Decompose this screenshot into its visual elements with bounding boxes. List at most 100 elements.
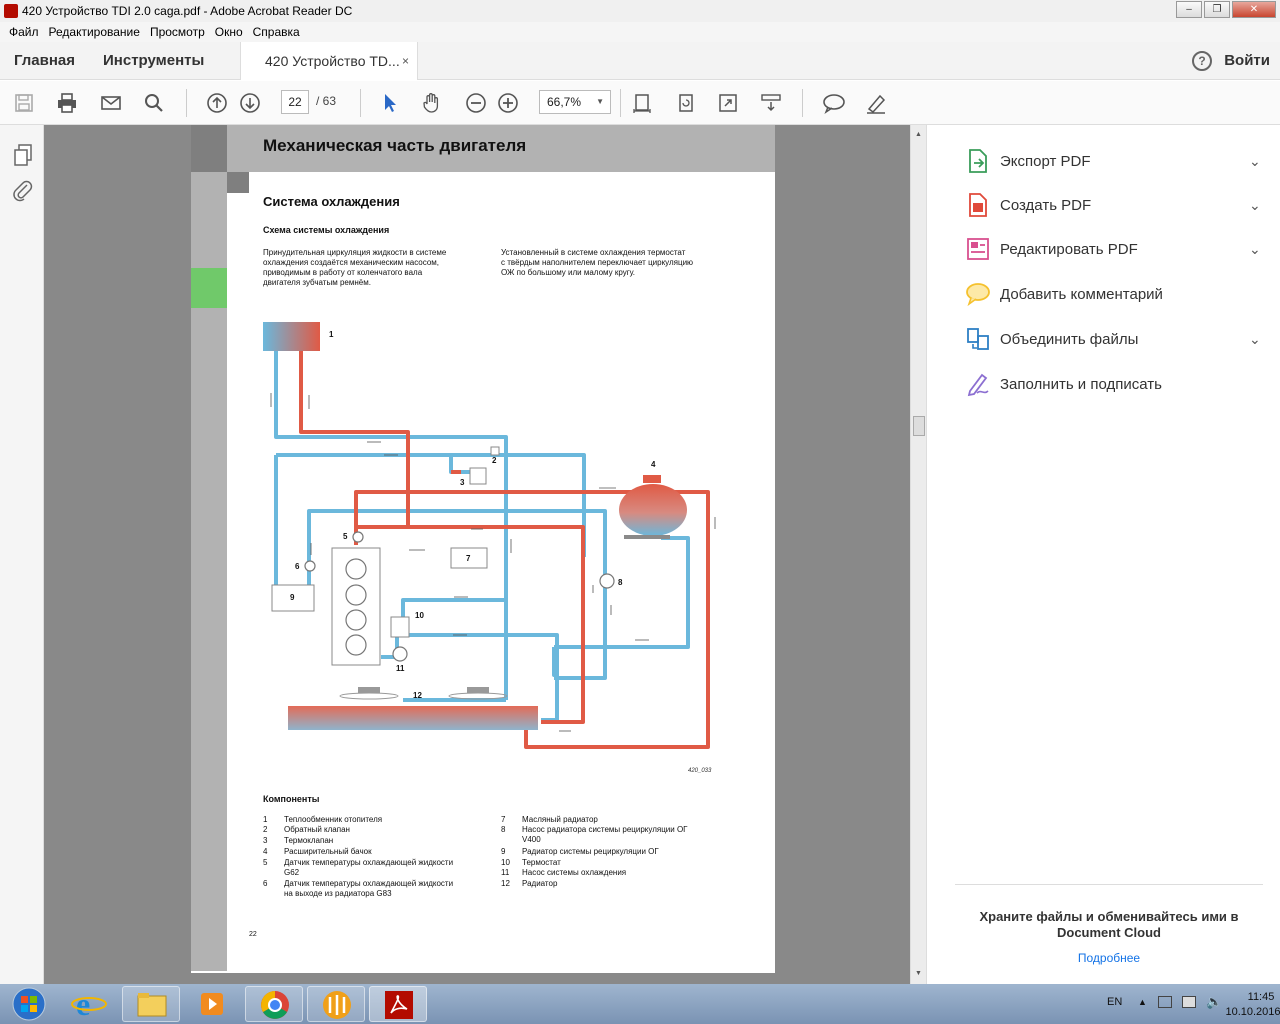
engine-block	[331, 547, 381, 666]
vertical-scrollbar[interactable]: ▲ ▼	[910, 125, 926, 985]
prev-page-icon[interactable]	[205, 91, 229, 115]
component-num: 10	[501, 858, 510, 867]
minimize-button[interactable]: –	[1176, 1, 1202, 18]
document-viewer[interactable]: Механическая часть двигателя Система охл…	[44, 125, 936, 985]
menu-view[interactable]: Просмотр	[150, 25, 205, 39]
component-text: V400	[522, 835, 541, 844]
file-explorer-icon[interactable]	[122, 986, 180, 1022]
thermostat	[390, 616, 410, 638]
rotate-page-icon[interactable]	[674, 91, 698, 115]
tool-add-comment[interactable]: Добавить комментарий	[965, 279, 1163, 309]
menu-file[interactable]: Файл	[9, 25, 39, 39]
chevron-down-icon[interactable]: ⌄	[1249, 153, 1261, 170]
component-num: 6	[263, 879, 268, 888]
hand-tool-icon[interactable]	[420, 91, 444, 115]
tool-add-comment-label: Добавить комментарий	[1000, 285, 1163, 303]
edit-pdf-icon	[967, 238, 989, 260]
diagram-label-4: 4	[651, 460, 656, 469]
component-text: Масляный радиатор	[522, 815, 598, 824]
network-icon[interactable]	[1182, 996, 1196, 1008]
menu-help[interactable]: Справка	[253, 25, 300, 39]
component-text: на выходе из радиатора G83	[284, 889, 392, 898]
app-orange-icon[interactable]	[307, 986, 365, 1022]
scroll-down-icon[interactable]: ▼	[915, 970, 922, 977]
page-number-input[interactable]: 22	[281, 90, 309, 114]
page-thumbnails-icon[interactable]	[12, 143, 34, 170]
menu-window[interactable]: Окно	[215, 25, 243, 39]
save-icon[interactable]	[12, 91, 36, 115]
tool-fill-sign[interactable]: Заполнить и подписать	[965, 369, 1162, 399]
create-pdf-icon	[969, 193, 987, 217]
tool-export-pdf[interactable]: Экспорт PDF ⌄	[965, 146, 1261, 176]
tab-close-icon[interactable]: ×	[402, 54, 409, 68]
next-page-icon[interactable]	[238, 91, 262, 115]
learn-more-link[interactable]: Подробнее	[955, 951, 1263, 965]
menu-edit[interactable]: Редактирование	[49, 25, 140, 39]
temp-sensor-g62	[352, 531, 364, 543]
tool-edit-pdf[interactable]: Редактировать PDF ⌄	[965, 234, 1261, 264]
component-text: Радиатор системы рециркуляции ОГ	[522, 847, 659, 856]
chevron-down-icon[interactable]: ⌄	[1249, 241, 1261, 258]
tab-document[interactable]: 420 Устройство TD... ×	[240, 42, 418, 80]
select-cursor-icon[interactable]	[378, 91, 402, 115]
tab-bar: Главная Инструменты 420 Устройство TD...…	[0, 42, 1280, 80]
diagram-label-7: 7	[466, 554, 471, 563]
component-text: Термостат	[522, 858, 561, 867]
scroll-up-icon[interactable]: ▲	[915, 131, 922, 138]
component-text: Датчик температуры охлаждающей жидкости	[284, 858, 454, 867]
export-pdf-icon	[969, 149, 987, 173]
comment-icon	[966, 283, 990, 307]
zoom-select[interactable]: 66,7% ▼	[539, 90, 611, 114]
show-hidden-icons-icon[interactable]: ▲	[1138, 997, 1147, 1007]
close-window-button[interactable]: ✕	[1232, 1, 1276, 18]
tab-home[interactable]: Главная	[0, 52, 89, 69]
help-icon[interactable]: ?	[1192, 51, 1212, 71]
media-player-icon[interactable]	[184, 986, 242, 1022]
component-num: 8	[501, 825, 506, 834]
volume-icon[interactable]: 🔈	[1206, 994, 1222, 1010]
component-num: 9	[501, 847, 506, 856]
start-button[interactable]	[2, 986, 56, 1022]
internet-explorer-icon[interactable]: e	[60, 986, 118, 1022]
highlight-pen-icon[interactable]	[864, 91, 888, 115]
fit-page-icon[interactable]	[630, 91, 654, 115]
component-num: 4	[263, 847, 268, 856]
attachments-icon[interactable]	[12, 179, 34, 206]
tool-export-pdf-label: Экспорт PDF	[1000, 152, 1091, 170]
scrollbar-thumb[interactable]	[913, 416, 925, 436]
scroll-mode-icon[interactable]	[759, 91, 783, 115]
check-valve	[490, 446, 500, 456]
tool-create-pdf[interactable]: Создать PDF ⌄	[965, 190, 1261, 220]
component-num: 5	[263, 858, 268, 867]
comment-icon[interactable]	[822, 91, 846, 115]
clock[interactable]: 11:45	[1243, 990, 1279, 1004]
zoom-value: 66,7%	[547, 95, 582, 109]
zoom-out-icon[interactable]	[464, 91, 488, 115]
diagram-label-11: 11	[396, 664, 405, 673]
chevron-down-icon[interactable]: ⌄	[1249, 331, 1261, 348]
search-icon[interactable]	[142, 91, 166, 115]
fullscreen-icon[interactable]	[716, 91, 740, 115]
signin-button[interactable]: Войти	[1224, 52, 1270, 69]
document-cloud-promo: Храните файлы и обменивайтесь ими в Docu…	[955, 884, 1263, 965]
temp-sensor-g83	[304, 560, 316, 572]
tool-combine-files[interactable]: Объединить файлы ⌄	[965, 324, 1261, 354]
system-tray: EN ▲ 🔈 11:45 10.10.2016	[1040, 984, 1280, 1024]
language-indicator[interactable]: EN	[1107, 996, 1122, 1008]
email-icon[interactable]	[99, 91, 123, 115]
figure-code: 420_033	[688, 768, 712, 774]
zoom-in-icon[interactable]	[496, 91, 520, 115]
maximize-button[interactable]: ❐	[1204, 1, 1230, 18]
component-text: G62	[284, 868, 300, 877]
chevron-down-icon[interactable]: ⌄	[1249, 197, 1261, 214]
acrobat-taskbar-icon[interactable]	[369, 986, 427, 1022]
windows-taskbar: e EN ▲ 🔈 11:45 10.10.2016	[0, 984, 1280, 1024]
tool-fill-sign-label: Заполнить и подписать	[1000, 375, 1162, 393]
combine-files-icon	[967, 328, 989, 350]
action-center-icon[interactable]	[1158, 996, 1172, 1008]
chrome-icon[interactable]	[245, 986, 303, 1022]
component-num: 7	[501, 815, 506, 824]
print-icon[interactable]	[55, 91, 79, 115]
tool-create-pdf-label: Создать PDF	[1000, 196, 1092, 214]
tab-tools[interactable]: Инструменты	[89, 52, 218, 69]
